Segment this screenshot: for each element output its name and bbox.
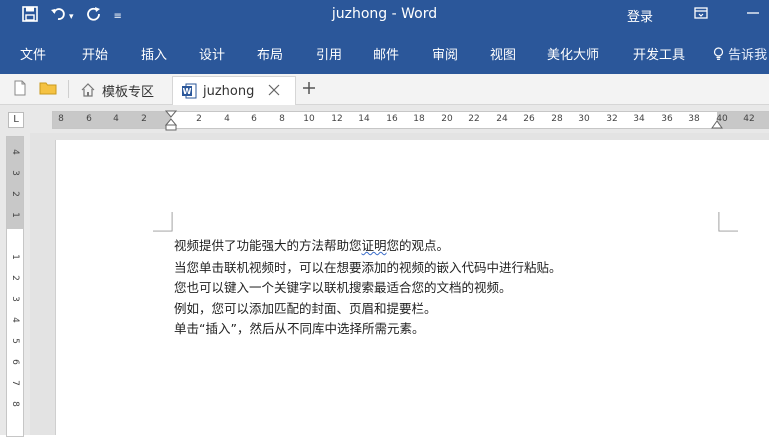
ruler-tick: 38 — [688, 114, 700, 124]
ruler-tick: 18 — [413, 114, 425, 124]
vruler-tick: 1 — [10, 212, 20, 218]
ruler-tick: 20 — [441, 114, 453, 124]
ruler-tick: 26 — [523, 114, 535, 124]
vruler-tick: 2 — [10, 191, 20, 197]
vruler-tick: 6 — [10, 359, 20, 365]
ribbon-display-options-icon[interactable] — [694, 6, 708, 24]
tab-current-document-label: juzhong — [203, 83, 255, 99]
tab-file[interactable]: 文件 — [20, 44, 46, 63]
tab-developer[interactable]: 开发工具 — [633, 44, 685, 63]
tab-mailings[interactable]: 邮件 — [373, 44, 399, 63]
tab-selector[interactable]: L — [8, 112, 24, 128]
vruler-tick: 7 — [10, 380, 20, 386]
ruler-tick: 34 — [633, 114, 645, 124]
ruler-tick: 4 — [113, 114, 119, 124]
paragraph-line-4[interactable]: 例如，您可以添加匹配的封面、页眉和提要栏。 — [174, 298, 437, 317]
crop-mark-top-left — [153, 212, 173, 232]
line-1-text-suffix: 您的观点。 — [386, 238, 450, 253]
ruler-tick: 8 — [58, 114, 64, 124]
vruler-tick: 8 — [10, 401, 20, 407]
tab-templates-label: 模板专区 — [102, 84, 155, 100]
paragraph-line-2[interactable]: 当您单击联机视频时，可以在想要添加的视频的嵌入代码中进行粘贴。 — [174, 257, 562, 276]
tab-current-document[interactable]: W juzhong — [172, 76, 296, 105]
paragraph-line-3[interactable]: 您也可以键入一个关键字以联机搜索最适合您的文档的视频。 — [174, 277, 512, 296]
close-tab-icon[interactable] — [268, 84, 280, 99]
ruler-tick: 36 — [661, 114, 673, 124]
ruler-tick: 14 — [358, 114, 370, 124]
lightbulb-icon — [713, 47, 728, 63]
ruler-tick: 30 — [578, 114, 590, 124]
ruler-tick: 6 — [251, 114, 257, 124]
vruler-tick: 5 — [10, 338, 20, 344]
tell-me-search[interactable]: 告诉我 — [713, 44, 767, 63]
vruler-tick: 1 — [10, 254, 20, 260]
title-bar: ▾ ≡ juzhong - Word 登录 — [0, 0, 769, 34]
vertical-ruler[interactable]: 4 3 2 1 1 2 3 4 5 6 7 8 — [6, 136, 24, 437]
ruler-tick: 8 — [279, 114, 285, 124]
spellcheck-marked-word[interactable]: 证明 — [362, 238, 387, 253]
ruler-tick: 28 — [551, 114, 563, 124]
tab-home[interactable]: 开始 — [82, 44, 108, 63]
window-title: juzhong - Word — [331, 6, 438, 22]
word-document-icon: W — [181, 83, 197, 100]
vruler-tick: 2 — [10, 275, 20, 281]
vruler-tick: 3 — [10, 296, 20, 302]
ruler-tick: 4 — [224, 114, 230, 124]
tab-separator — [68, 80, 69, 98]
ruler-tick: 22 — [468, 114, 480, 124]
tab-templates[interactable]: 模板专区 — [78, 76, 166, 104]
login-button[interactable]: 登录 — [627, 6, 653, 25]
ruler-tick: 24 — [496, 114, 508, 124]
paragraph-line-5[interactable]: 单击“插入”，然后从不同库中选择所需元素。 — [174, 318, 424, 337]
crop-mark-top-right — [718, 212, 738, 232]
line-1-text-prefix: 视频提供了功能强大的方法帮助您 — [174, 238, 362, 253]
ruler-tick: 42 — [743, 114, 755, 124]
minimize-icon[interactable] — [746, 4, 760, 22]
vruler-tick: 4 — [10, 317, 20, 323]
paragraph-line-1[interactable]: 视频提供了功能强大的方法帮助您证明您的观点。 — [174, 235, 449, 254]
svg-text:W: W — [183, 87, 192, 96]
vruler-tick: 4 — [10, 149, 20, 155]
first-line-indent-marker[interactable] — [165, 110, 177, 132]
ruler-tick: 12 — [331, 114, 343, 124]
new-document-icon[interactable] — [12, 80, 28, 96]
tab-view[interactable]: 视图 — [490, 44, 516, 63]
vruler-tick: 3 — [10, 170, 20, 176]
tab-review[interactable]: 审阅 — [432, 44, 458, 63]
home-icon — [80, 82, 96, 99]
tab-design[interactable]: 设计 — [199, 44, 225, 63]
ruler-tick: 2 — [196, 114, 202, 124]
open-folder-icon[interactable] — [39, 80, 57, 96]
ribbon-tab-bar: 文件 开始 插入 设计 布局 引用 邮件 审阅 视图 美化大师 开发工具 告诉我 — [0, 34, 769, 74]
ruler-tick: 2 — [141, 114, 147, 124]
horizontal-ruler[interactable]: 8 6 4 2 2 4 6 8 10 12 14 16 18 20 22 24 … — [52, 110, 769, 132]
ruler-tick: 10 — [303, 114, 315, 124]
new-tab-plus-icon[interactable] — [301, 80, 317, 96]
tab-layout[interactable]: 布局 — [257, 44, 283, 63]
document-tab-strip: 模板专区 W juzhong — [0, 74, 769, 105]
tell-me-label: 告诉我 — [728, 48, 768, 63]
right-indent-marker[interactable] — [711, 119, 723, 129]
tab-insert[interactable]: 插入 — [141, 44, 167, 63]
ruler-area: L 8 6 4 2 2 4 6 8 10 12 14 16 18 20 22 2… — [0, 105, 769, 133]
tab-references[interactable]: 引用 — [316, 44, 342, 63]
ruler-tick: 16 — [386, 114, 398, 124]
ruler-tick: 6 — [86, 114, 92, 124]
ruler-tick: 32 — [606, 114, 618, 124]
tab-beautify-master[interactable]: 美化大师 — [547, 44, 599, 63]
